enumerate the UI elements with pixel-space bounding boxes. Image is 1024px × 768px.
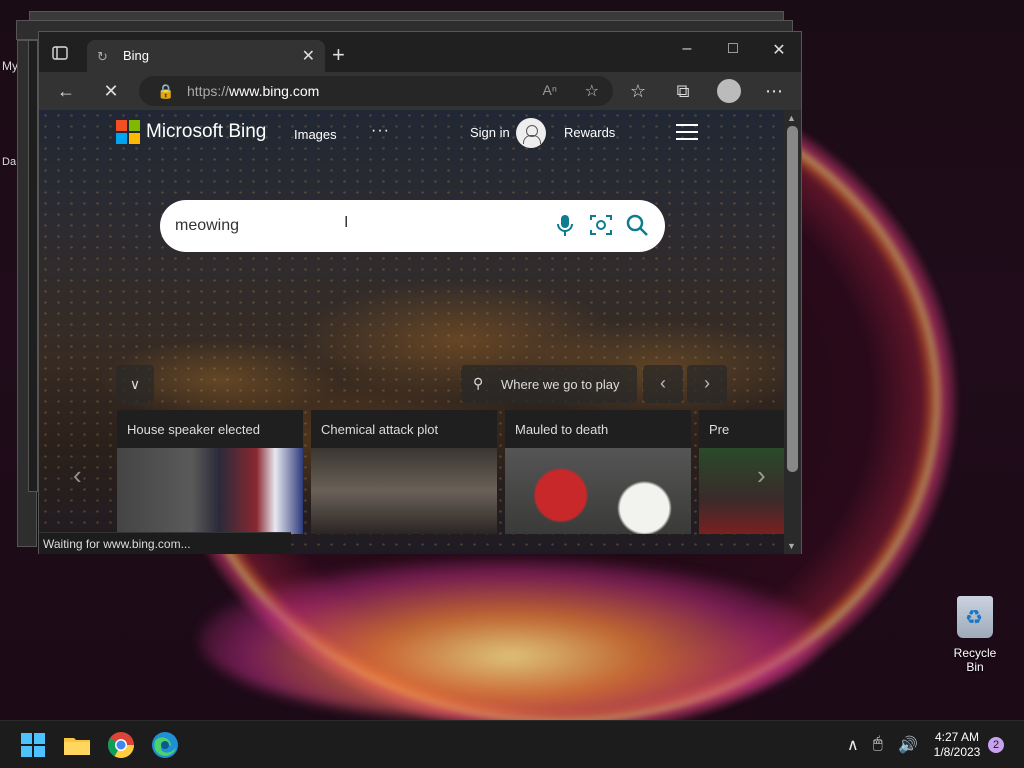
news-card-image [505, 448, 691, 534]
image-info-button[interactable]: ⚲ Where we go to play [461, 365, 637, 403]
maximize-icon[interactable]: □ [718, 40, 748, 58]
clock-time: 4:27 AM [934, 730, 980, 744]
text-cursor-icon: I [344, 214, 349, 231]
collections-icon[interactable]: ⧉ [672, 81, 694, 102]
carousel-next-icon[interactable]: › [757, 460, 766, 491]
news-card-title: Chemical attack plot [311, 410, 497, 448]
address-bar[interactable]: 🔒 https://www.bing.com Aⁿ ☆ [139, 76, 613, 106]
stop-loading-icon[interactable]: ✕ [100, 81, 122, 102]
news-card-image [117, 448, 303, 534]
next-image-button[interactable]: › [687, 365, 727, 403]
recycle-bin[interactable]: ♻ Recycle Bin [944, 596, 1006, 674]
more-options-icon[interactable]: ⋯ [763, 81, 785, 102]
scroll-up-icon[interactable]: ▲ [787, 113, 796, 123]
hamburger-menu-icon[interactable] [676, 124, 698, 140]
user-avatar-icon[interactable] [516, 118, 546, 148]
rewards-link[interactable]: Rewards [564, 125, 615, 140]
background-window[interactable] [28, 40, 38, 492]
close-window-icon[interactable]: ✕ [764, 40, 794, 60]
previous-image-button[interactable]: ‹ [643, 365, 683, 403]
news-card[interactable]: Chemical attack plot [311, 410, 497, 534]
add-favorite-icon[interactable]: ☆ [585, 81, 599, 101]
close-tab-icon[interactable]: ✕ [302, 46, 315, 66]
visual-search-icon[interactable] [588, 212, 614, 238]
browser-toolbar: ← ✕ 🔒 https://www.bing.com Aⁿ ☆ ☆ ⧉ ⋯ [39, 72, 801, 110]
taskbar: ∧ 🖱 🔊 4:27 AM 1/8/2023 2 [0, 720, 1024, 768]
chevron-left-icon: ‹ [660, 373, 666, 393]
new-tab-icon[interactable]: + [332, 42, 345, 68]
chevron-right-icon: › [704, 373, 710, 393]
lock-icon[interactable]: 🔒 [157, 83, 174, 100]
bing-homepage: Microsoft Bing Images ··· Sign in Reward… [39, 110, 785, 554]
sign-in-link[interactable]: Sign in [470, 125, 510, 140]
wallpaper-bottom-glow [200, 560, 820, 720]
news-card-image [699, 448, 785, 534]
desktop-icon-label-peek[interactable]: Da [2, 156, 16, 168]
tab-actions-icon[interactable] [51, 44, 69, 62]
start-button[interactable] [17, 729, 49, 761]
scrollbar-thumb[interactable] [787, 126, 798, 472]
scroll-down-icon[interactable]: ▼ [787, 541, 796, 551]
minimize-icon[interactable]: – [672, 40, 702, 58]
microphone-icon[interactable] [552, 212, 578, 238]
tab-title: Bing [123, 48, 150, 63]
news-card[interactable]: House speaker elected [117, 410, 303, 534]
vertical-scrollbar[interactable]: ▲ ▼ [784, 110, 801, 554]
favorites-icon[interactable]: ☆ [627, 81, 649, 102]
recycle-bin-label: Recycle Bin [953, 646, 997, 674]
show-hidden-icons-icon[interactable]: ∧ [847, 735, 859, 755]
search-input[interactable]: meowing [175, 217, 239, 235]
clock[interactable]: 4:27 AM 1/8/2023 [925, 730, 989, 760]
carousel-prev-icon[interactable]: ‹ [73, 460, 82, 491]
location-pin-icon: ⚲ [473, 375, 484, 391]
news-card-title: Pre [699, 410, 785, 448]
microsoft-logo-icon[interactable] [116, 120, 140, 144]
news-card[interactable]: Pre [699, 410, 785, 534]
recycle-bin-icon: ♻ [957, 596, 993, 638]
back-icon[interactable]: ← [55, 81, 77, 102]
desktop-icon-label-peek[interactable]: My [2, 59, 18, 73]
notification-badge[interactable]: 2 [988, 737, 1004, 753]
news-card-image [311, 448, 497, 534]
edge-icon[interactable] [149, 729, 181, 761]
chevron-down-icon: ∨ [129, 376, 141, 392]
search-icon[interactable] [624, 212, 650, 238]
file-explorer-icon[interactable] [61, 729, 93, 761]
bing-brand-name[interactable]: Microsoft Bing [146, 121, 266, 143]
loading-spinner-icon: ↻ [97, 49, 108, 64]
edge-browser-window: ↻ Bing ✕ + – □ ✕ ← ✕ 🔒 https://www.bing.… [38, 31, 802, 554]
tab-bing[interactable]: ↻ Bing ✕ [87, 40, 325, 72]
chrome-icon[interactable] [105, 729, 137, 761]
profile-icon[interactable] [717, 79, 741, 103]
clock-date: 1/8/2023 [933, 745, 981, 759]
collapse-feed-button[interactable]: ∨ [116, 365, 154, 403]
status-bar: Waiting for www.bing.com... [39, 532, 291, 554]
title-bar[interactable]: ↻ Bing ✕ + – □ ✕ [39, 32, 801, 72]
image-caption: Where we go to play [501, 377, 620, 392]
nav-images-link[interactable]: Images [294, 127, 337, 142]
read-aloud-icon[interactable]: Aⁿ [543, 82, 557, 98]
news-card-title: House speaker elected [117, 410, 303, 448]
news-card[interactable]: Mauled to death [505, 410, 691, 534]
network-icon[interactable]: 🖱 [873, 735, 883, 753]
url-text[interactable]: https://www.bing.com [187, 83, 319, 99]
search-box[interactable]: meowing I [160, 200, 665, 252]
news-card-title: Mauled to death [505, 410, 691, 448]
volume-icon[interactable]: 🔊 [898, 735, 918, 755]
nav-more-icon[interactable]: ··· [371, 122, 390, 140]
